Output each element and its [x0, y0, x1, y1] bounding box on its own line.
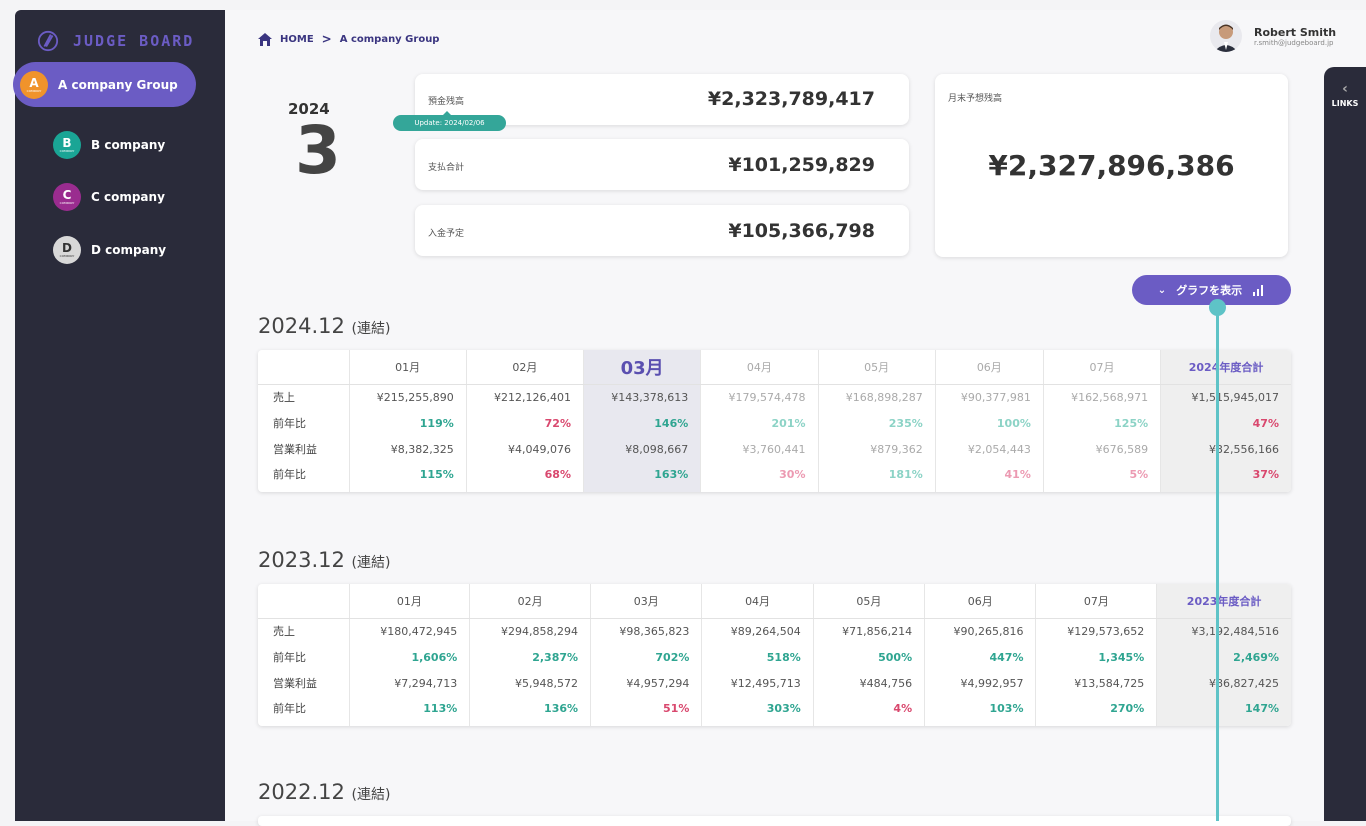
links-panel[interactable]: ‹ LINKS: [1324, 67, 1366, 821]
sidebar-item-label: D company: [91, 243, 167, 257]
sidebar-item-a-company-group[interactable]: A COMPANY A company Group: [13, 62, 196, 107]
col-header: 01月: [349, 350, 467, 385]
forecast-card: 月末予想残高 ¥2,327,896,386: [935, 74, 1288, 257]
table-2022: [258, 816, 1291, 826]
section-title-2023: 2023.12 (連結): [258, 548, 391, 572]
update-badge: Update: 2024/02/06: [393, 111, 506, 131]
col-header: 06月: [924, 584, 1037, 619]
sidebar-item-c-company[interactable]: C COMPANY C company: [53, 183, 165, 211]
table-row: 前年比 119% 72% 146% 201% 235% 100% 125% 47…: [258, 410, 1291, 436]
app-logo[interactable]: JUDGE BOARD: [37, 30, 194, 52]
chevron-left-icon[interactable]: ‹: [1324, 81, 1366, 97]
avatar: [1210, 20, 1242, 52]
sidebar-item-label: A company Group: [58, 77, 178, 92]
deposit-label: 預金残高: [428, 97, 465, 107]
table-row: 営業利益 ¥8,382,325 ¥4,049,076 ¥8,098,667 ¥3…: [258, 436, 1291, 462]
period-month: 3: [295, 112, 341, 189]
income-value: ¥105,366,798: [728, 220, 875, 242]
section-title-2022: 2022.12 (連結): [258, 780, 391, 804]
bar-chart-icon: [1253, 285, 1264, 296]
breadcrumb-current: A company Group: [339, 33, 440, 45]
company-avatar: C COMPANY: [53, 183, 81, 211]
income-label: 入金予定: [428, 229, 465, 239]
col-header-current[interactable]: 03月: [583, 350, 702, 385]
table-row: 売上 ¥215,255,890 ¥212,126,401 ¥143,378,61…: [258, 384, 1291, 410]
forecast-value: ¥2,327,896,386: [988, 149, 1235, 182]
sidebar-item-label: C company: [91, 190, 165, 204]
col-header: 07月: [1043, 350, 1162, 385]
forecast-label: 月末予想残高: [948, 94, 1003, 104]
home-icon[interactable]: [258, 32, 272, 46]
payment-value: ¥101,259,829: [728, 154, 875, 176]
income-card: 入金予定 ¥105,366,798: [415, 205, 909, 256]
table-row: 営業利益 ¥7,294,713 ¥5,948,572 ¥4,957,294 ¥1…: [258, 670, 1291, 696]
user-name: Robert Smith: [1254, 25, 1337, 39]
table-row: 前年比 113% 136% 51% 303% 4% 103% 270% 147%: [258, 696, 1291, 726]
table-2023: 01月 02月 03月 04月 05月 06月 07月 2023年度合計 売上 …: [258, 584, 1291, 726]
col-header: 01月: [349, 584, 471, 619]
col-header-total: 2024年度合計: [1160, 350, 1291, 385]
table-corner: [258, 584, 350, 619]
company-avatar: B COMPANY: [53, 131, 81, 159]
company-avatar: A COMPANY: [20, 70, 48, 99]
links-label: LINKS: [1331, 99, 1359, 108]
col-header: 02月: [469, 584, 592, 619]
breadcrumb-home[interactable]: HOME: [280, 34, 314, 45]
deposit-value: ¥2,323,789,417: [707, 88, 875, 110]
table-row: 売上 ¥180,472,945 ¥294,858,294 ¥98,365,823…: [258, 618, 1291, 644]
sidebar-item-b-company[interactable]: B COMPANY B company: [53, 131, 165, 159]
table-2024: 01月 02月 03月 04月 05月 06月 07月 2024年度合計 売上 …: [258, 350, 1291, 492]
chevron-down-icon: ⌄: [1157, 284, 1167, 296]
sidebar-item-label: B company: [91, 138, 166, 152]
col-header-total: 2023年度合計: [1156, 584, 1291, 619]
col-header: 05月: [818, 350, 936, 385]
col-header: 05月: [813, 584, 926, 619]
col-header: 02月: [466, 350, 585, 385]
breadcrumb-separator: >: [321, 32, 332, 46]
col-header: 07月: [1035, 584, 1158, 619]
user-email: r.smith@judgeboard.jp: [1254, 38, 1334, 47]
payment-card: 支払合計 ¥101,259,829: [415, 139, 909, 190]
payment-label: 支払合計: [428, 163, 465, 173]
user-profile[interactable]: Robert Smith r.smith@judgeboard.jp: [1210, 20, 1336, 52]
section-title-2024: 2024.12 (連結): [258, 314, 391, 338]
col-header: 04月: [701, 584, 814, 619]
logo-text: JUDGE BOARD: [73, 32, 195, 50]
col-header: 06月: [935, 350, 1044, 385]
company-avatar: D COMPANY: [53, 236, 81, 264]
col-header: 03月: [590, 584, 703, 619]
logo-icon: [37, 30, 59, 52]
table-row: 前年比 115% 68% 163% 30% 181% 41% 5% 37%: [258, 462, 1291, 492]
table-row: 前年比 1,606% 2,387% 702% 518% 500% 447% 1,…: [258, 644, 1291, 670]
graph-connector-handle[interactable]: [1209, 299, 1226, 316]
show-graph-label: グラフを表示: [1176, 284, 1243, 297]
sidebar-item-d-company[interactable]: D COMPANY D company: [53, 236, 166, 264]
graph-connector-line: [1216, 308, 1219, 821]
col-header: 04月: [700, 350, 819, 385]
breadcrumb: HOME > A company Group: [258, 32, 439, 46]
table-corner: [258, 350, 350, 385]
